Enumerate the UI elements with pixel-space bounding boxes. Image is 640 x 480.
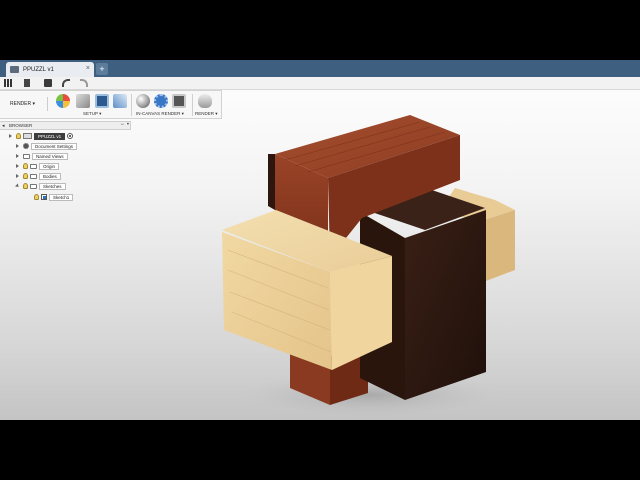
expand-arrow-icon[interactable]: [16, 144, 19, 148]
browser-item-label: Sketches: [39, 182, 66, 190]
in-canvas-render-icon[interactable]: [136, 94, 150, 108]
browser-item-sketch1[interactable]: Sketch1: [34, 193, 74, 201]
render-settings-gear-icon[interactable]: [154, 94, 168, 108]
browser-item-named-views[interactable]: Named Views: [16, 152, 68, 160]
scene-settings-icon[interactable]: [76, 94, 90, 108]
browser-item-document-settings[interactable]: Document Settings: [16, 142, 78, 150]
ribbon-toolbar: RENDER ▾ SETUP ▾ IN-CANVAS RENDER ▾ REND…: [0, 90, 222, 119]
save-icon[interactable]: [44, 79, 52, 87]
capture-image-icon[interactable]: [172, 94, 186, 108]
minimize-icon[interactable]: −: [120, 122, 124, 128]
visibility-bulb-icon[interactable]: [23, 163, 28, 169]
document-tab-title: PPUZZL v1: [23, 66, 54, 73]
appearance-icon[interactable]: [56, 94, 70, 108]
browser-item-label: Sketch1: [49, 193, 74, 201]
decal-icon[interactable]: [113, 94, 127, 108]
browser-item-sketches[interactable]: Sketches: [15, 182, 66, 190]
document-cube-icon: [10, 66, 19, 73]
root-component-label: PPUZZL v1: [34, 132, 66, 140]
collapse-arrow-icon[interactable]: ◂: [2, 123, 5, 129]
browser-title: BROWSER: [9, 123, 33, 128]
expand-arrow-icon[interactable]: [15, 183, 20, 189]
folder-icon: [23, 153, 30, 159]
mahogany-left-sliver: [268, 154, 275, 210]
folder-icon: [30, 183, 37, 189]
browser-item-label: Named Views: [32, 152, 68, 160]
toolbar-separator: [192, 94, 193, 116]
visibility-bulb-icon[interactable]: [23, 183, 28, 189]
browser-item-label: Document Settings: [31, 142, 78, 150]
app-grid-icon[interactable]: [4, 79, 12, 87]
toolbar-separator: [131, 94, 132, 116]
browser-item-bodies[interactable]: Bodies: [16, 172, 61, 180]
document-tab-bar: PPUZZL v1 × +: [0, 60, 640, 77]
in-canvas-render-group-label[interactable]: IN-CANVAS RENDER ▾: [136, 111, 184, 117]
folder-icon: [30, 173, 37, 179]
close-tab-icon[interactable]: ×: [86, 65, 90, 72]
letterbox-bottom: [0, 420, 640, 480]
expand-arrow-icon[interactable]: [9, 134, 12, 138]
render-group-label[interactable]: RENDER ▾: [195, 111, 218, 117]
sketch-icon: [41, 194, 47, 200]
fusion-app-window: PPUZZL v1 × + RENDER ▾ SETUP ▾ IN-CANVAS…: [0, 60, 640, 420]
redo-icon[interactable]: [80, 79, 88, 87]
walnut-front: [405, 210, 486, 400]
expand-arrow-icon[interactable]: [16, 174, 19, 178]
activate-radio-icon[interactable]: [67, 133, 74, 139]
browser-item-label: Origin: [39, 162, 60, 170]
expand-arrow-icon[interactable]: [16, 164, 19, 168]
texture-map-icon[interactable]: [95, 94, 109, 108]
browser-panel-header[interactable]: ◂ BROWSER • −: [0, 121, 131, 130]
new-tab-button[interactable]: +: [96, 63, 108, 75]
folder-icon: [30, 163, 37, 169]
pin-icon[interactable]: •: [127, 122, 129, 128]
visibility-bulb-icon[interactable]: [34, 194, 39, 200]
gear-icon: [23, 143, 29, 149]
browser-item-origin[interactable]: Origin: [16, 162, 60, 170]
render-teapot-icon[interactable]: [198, 94, 212, 108]
visibility-bulb-icon[interactable]: [23, 173, 28, 179]
setup-group-label[interactable]: SETUP ▾: [83, 111, 101, 117]
browser-item-label: Bodies: [39, 172, 61, 180]
document-tab[interactable]: PPUZZL v1 ×: [6, 62, 94, 77]
undo-icon[interactable]: [62, 79, 70, 87]
quick-access-toolbar: [0, 77, 640, 90]
visibility-bulb-icon[interactable]: [16, 133, 21, 139]
file-menu-icon[interactable]: [24, 79, 30, 87]
document-icon: [23, 133, 32, 139]
letterbox-top: [0, 0, 640, 60]
browser-root-node[interactable]: PPUZZL v1: [9, 132, 74, 140]
workspace-selector[interactable]: RENDER ▾: [4, 97, 48, 111]
expand-arrow-icon[interactable]: [16, 154, 19, 158]
